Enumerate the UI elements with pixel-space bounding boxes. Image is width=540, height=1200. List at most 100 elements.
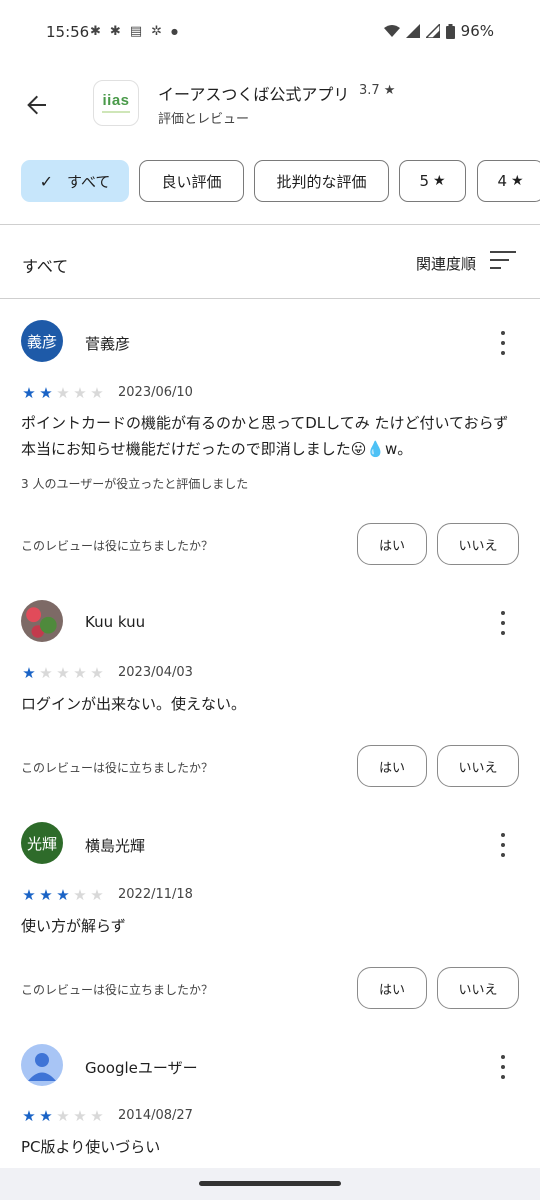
battery-percent: 96%	[460, 22, 494, 40]
app-rating: 3.7 ★	[359, 83, 396, 98]
avatar	[21, 1044, 63, 1086]
review-item: Googleユーザー ★ ★ ★ ★ ★ 2014/08/27 PC版より使いづらい	[0, 1044, 540, 1168]
star-rating: ★ ★ ★ ★ ★	[21, 385, 105, 401]
more-options-button[interactable]	[492, 611, 514, 635]
helpful-question: このレビューは役に立ちましたか？	[21, 761, 214, 775]
star-empty-icon: ★	[90, 664, 104, 682]
chip-label: 5	[419, 172, 429, 190]
review-item: 光輝 横島光輝 ★ ★ ★ ★ ★ 2022/11/18 使い方が解らず このレビューは…	[0, 822, 540, 1022]
page-subtitle: 評価とレビュー	[158, 112, 250, 127]
app-title: イーアスつくば公式アプリ	[158, 85, 350, 104]
section-title: すべて	[22, 257, 69, 276]
review-item: 義彦 菅義彦 ★ ★ ★ ★ ★ 2023/06/10 ポイントカードの機能が有るのかと…	[0, 320, 540, 580]
more-options-button[interactable]	[492, 833, 514, 857]
avatar: 義彦	[21, 320, 63, 362]
check-icon: ✓	[39, 171, 54, 191]
review-text: ポイントカードの機能が有るのかと思ってDLしてみ たけど付いておらず本当にお知ら…	[21, 414, 509, 458]
review-text: 使い方が解らず	[21, 917, 126, 935]
chip-label: 4	[497, 172, 507, 190]
chip-4-star[interactable]: 4 ★	[477, 160, 540, 202]
star-filled-icon: ★	[22, 1107, 36, 1125]
home-gesture-handle[interactable]	[199, 1181, 341, 1186]
reviewer-name: Googleユーザー	[85, 1059, 198, 1077]
star-empty-icon: ★	[90, 384, 104, 402]
app-logo-text: iias	[102, 92, 130, 109]
star-empty-icon: ★	[56, 1107, 70, 1125]
user-icon	[28, 1053, 56, 1081]
chip-all[interactable]: ✓ すべて	[21, 160, 129, 202]
reviewer-name: 菅義彦	[85, 335, 131, 353]
chip-label: 良い評価	[161, 172, 222, 191]
battery-icon	[445, 23, 455, 39]
review-date: 2022/11/18	[118, 887, 193, 902]
helpful-count: 3 人のユーザーが役立ったと評価しました	[21, 477, 249, 491]
star-empty-icon: ★	[73, 384, 87, 402]
review-text: PC版より使いづらい	[21, 1138, 161, 1156]
slack-outline-icon: ✲	[151, 24, 163, 39]
star-empty-icon: ★	[39, 664, 53, 682]
star-rating: ★ ★ ★ ★ ★	[21, 1108, 105, 1124]
chip-positive[interactable]: 良い評価	[139, 160, 244, 202]
signal-icon	[405, 24, 420, 38]
star-icon: ★	[432, 173, 446, 189]
star-empty-icon: ★	[73, 1107, 87, 1125]
reviewer-name: Kuu kuu	[85, 613, 146, 631]
message-icon: ▤	[129, 24, 143, 39]
review-date: 2023/04/03	[118, 665, 193, 680]
star-empty-icon: ★	[73, 664, 87, 682]
more-options-button[interactable]	[492, 331, 514, 355]
avatar	[21, 600, 63, 642]
back-button[interactable]	[20, 88, 54, 122]
chip-critical[interactable]: 批判的な評価	[254, 160, 389, 202]
navigation-bar	[0, 1168, 540, 1200]
star-rating: ★ ★ ★ ★ ★	[21, 887, 105, 903]
star-empty-icon: ★	[90, 886, 104, 904]
divider	[0, 224, 540, 225]
status-right: 96%	[383, 22, 494, 40]
review-item: Kuu kuu ★ ★ ★ ★ ★ 2023/04/03 ログインが出来ない。使えない。…	[0, 600, 540, 800]
slack-icon: ✱	[109, 24, 121, 39]
star-filled-icon: ★	[56, 886, 70, 904]
helpful-yes-button[interactable]: はい	[357, 745, 427, 787]
avatar: 光輝	[21, 822, 63, 864]
star-filled-icon: ★	[39, 384, 53, 402]
star-filled-icon: ★	[39, 1107, 53, 1125]
signal-icon	[425, 24, 440, 38]
helpful-no-button[interactable]: いいえ	[437, 523, 519, 565]
status-bar: 15:56 ✱ ✱ ▤ ✲ ● 96%	[0, 0, 540, 66]
dot-icon: ●	[171, 27, 178, 36]
filter-chips: ✓ すべて 良い評価 批判的な評価 5 ★ 4 ★	[21, 160, 540, 204]
arrow-back-icon	[27, 95, 46, 115]
helpful-yes-button[interactable]: はい	[357, 967, 427, 1009]
more-options-button[interactable]	[492, 1055, 514, 1079]
sort-icon[interactable]	[490, 251, 516, 273]
sort-order-button[interactable]: 関連度順	[416, 253, 476, 274]
star-empty-icon: ★	[56, 384, 70, 402]
star-filled-icon: ★	[22, 384, 36, 402]
star-filled-icon: ★	[22, 886, 36, 904]
app-icon: iias	[93, 80, 139, 126]
star-rating: ★ ★ ★ ★ ★	[21, 665, 105, 681]
app-header: iias イーアスつくば公式アプリ 3.7 ★ 評価とレビュー	[0, 66, 540, 146]
helpful-no-button[interactable]: いいえ	[437, 745, 519, 787]
notification-icons: ✱ ✱ ▤ ✲ ●	[90, 24, 178, 40]
divider	[0, 298, 540, 299]
star-icon: ★	[510, 173, 524, 189]
star-filled-icon: ★	[39, 886, 53, 904]
star-empty-icon: ★	[73, 886, 87, 904]
app-logo-underline	[102, 111, 130, 113]
chip-label: すべて	[67, 172, 111, 191]
review-date: 2023/06/10	[118, 385, 193, 400]
star-empty-icon: ★	[56, 664, 70, 682]
helpful-yes-button[interactable]: はい	[357, 523, 427, 565]
chip-5-star[interactable]: 5 ★	[399, 160, 466, 202]
reviewer-name: 横島光輝	[85, 837, 146, 855]
helpful-question: このレビューは役に立ちましたか？	[21, 983, 214, 997]
wifi-icon	[383, 25, 400, 37]
helpful-no-button[interactable]: いいえ	[437, 967, 519, 1009]
chip-label: 批判的な評価	[276, 172, 367, 191]
status-time: 15:56	[46, 23, 90, 41]
slack-icon: ✱	[90, 24, 101, 39]
helpful-question: このレビューは役に立ちましたか？	[21, 539, 214, 553]
review-text: ログインが出来ない。使えない。	[21, 695, 247, 713]
